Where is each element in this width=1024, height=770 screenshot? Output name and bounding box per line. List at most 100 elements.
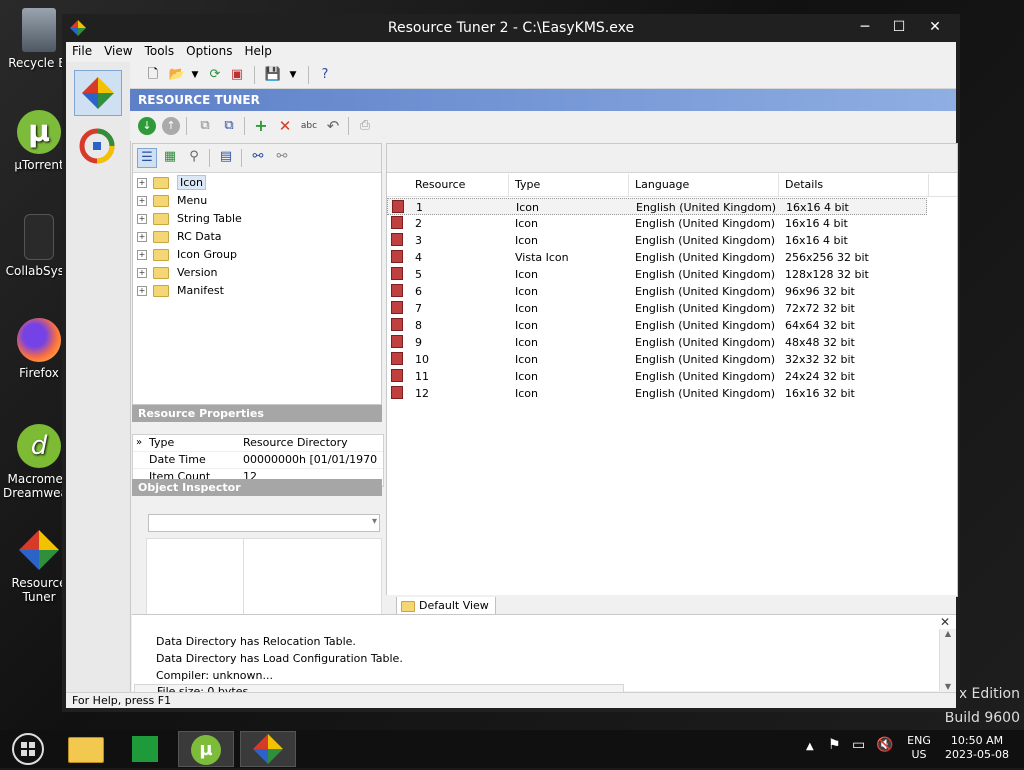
resource-toolbar: ↓ ↑ ⧉ ⧉ + ✕ abc ↶ ⎙	[130, 111, 956, 141]
chevron-down-icon[interactable]: ▾	[372, 516, 377, 527]
tree-item-rc-data[interactable]: + RC Data	[137, 228, 222, 246]
language-indicator[interactable]: ENG US	[900, 734, 938, 762]
taskbar-utorrent[interactable]: µ	[178, 731, 234, 767]
cell-resource: 6	[415, 285, 422, 298]
tree-item-manifest[interactable]: + Manifest	[137, 282, 224, 300]
network-icon[interactable]: ▭	[852, 738, 865, 752]
print-icon[interactable]: ⎙	[356, 117, 374, 135]
taskbar-file-explorer[interactable]	[58, 731, 114, 767]
table-row[interactable]: 10 Icon English (United Kingdom) 32x32 32 b…	[387, 351, 957, 368]
minimize-button[interactable]: ─	[848, 16, 882, 38]
cell-type: Icon	[515, 285, 538, 298]
close-button[interactable]: ✕	[918, 16, 952, 38]
tools-nav-button[interactable]	[74, 124, 122, 170]
taskbar-resource-tuner[interactable]	[240, 731, 296, 767]
table-row[interactable]: 7 Icon English (United Kingdom) 72x72 32 bi…	[387, 300, 957, 317]
icon-resource-icon	[391, 369, 403, 382]
add-icon[interactable]: +	[252, 117, 270, 135]
expand-icon[interactable]: +	[137, 214, 147, 224]
tree-item-string-table[interactable]: + String Table	[137, 210, 242, 228]
open-dropdown-icon[interactable]: ▼	[186, 66, 204, 84]
menu-tools[interactable]: Tools	[139, 42, 181, 58]
cell-resource: 3	[415, 234, 422, 247]
filter-icon[interactable]: ⚲	[185, 148, 203, 166]
status-bar: For Help, press F1	[66, 692, 956, 708]
expand-icon[interactable]: +	[137, 178, 147, 188]
copy-icon[interactable]: ⧉	[196, 117, 214, 135]
download-icon[interactable]: ↓	[138, 117, 156, 135]
action-center-flag-icon[interactable]: ⚑	[828, 738, 841, 752]
menu-view[interactable]: View	[98, 42, 138, 58]
rename-icon[interactable]: abc	[300, 117, 318, 135]
expand-icon[interactable]: +	[137, 250, 147, 260]
table-row[interactable]: 3 Icon English (United Kingdom) 16x16 4 bit	[387, 232, 957, 249]
output-scrollbar[interactable]: ▲ ▼	[939, 629, 956, 691]
resource-editor-nav-button[interactable]	[74, 70, 122, 116]
delete-icon[interactable]: ✕	[276, 117, 294, 135]
reload-icon[interactable]: ⟳	[206, 66, 224, 84]
find-next-icon[interactable]: ⚯	[273, 148, 291, 166]
expand-icon[interactable]: +	[137, 268, 147, 278]
scroll-up-icon[interactable]: ▲	[940, 629, 956, 638]
table-row[interactable]: 6 Icon English (United Kingdom) 96x96 32 bi…	[387, 283, 957, 300]
object-inspector-select[interactable]: ▾	[148, 514, 380, 532]
clock[interactable]: 10:50 AM 2023-05-08	[942, 734, 1012, 762]
table-row[interactable]: 11 Icon English (United Kingdom) 24x24 32 b…	[387, 368, 957, 385]
tree-item-menu[interactable]: + Menu	[137, 192, 207, 210]
new-file-icon[interactable]: 🗋	[144, 66, 162, 84]
menu-help[interactable]: Help	[238, 42, 277, 58]
tray-overflow-icon[interactable]: ▲	[806, 740, 814, 754]
undo-icon[interactable]: ↶	[324, 117, 342, 135]
table-row[interactable]: 2 Icon English (United Kingdom) 16x16 4 bit	[387, 215, 957, 232]
table-row[interactable]: 8 Icon English (United Kingdom) 64x64 32 bi…	[387, 317, 957, 334]
save-dropdown-icon[interactable]: ▼	[284, 66, 302, 84]
toolbar-separator	[244, 117, 245, 135]
property-row-date-time[interactable]: Date Time 00000000h [01/01/1970 ...	[133, 452, 383, 469]
expand-icon[interactable]: +	[137, 232, 147, 242]
table-row[interactable]: 9 Icon English (United Kingdom) 48x48 32 bi…	[387, 334, 957, 351]
help-icon[interactable]: ?	[316, 66, 334, 84]
cell-type: Icon	[515, 217, 538, 230]
property-value: 00000000h [01/01/1970 ...	[243, 453, 379, 466]
save-icon[interactable]: 💾	[264, 66, 282, 84]
table-row[interactable]: 5 Icon English (United Kingdom) 128x128 32 …	[387, 266, 957, 283]
tree-item-icon-group[interactable]: + Icon Group	[137, 246, 237, 264]
expand-icon[interactable]: +	[137, 196, 147, 206]
go-to-icon[interactable]: ▤	[217, 148, 235, 166]
column-header-resource[interactable]: Resource	[409, 174, 509, 196]
image-view-icon[interactable]: ▦	[161, 148, 179, 166]
cell-type: Icon	[515, 268, 538, 281]
resource-tuner-window: Resource Tuner 2 - C:\EasyKMS.exe ─ ☐ ✕ …	[62, 14, 960, 712]
close-icon[interactable]: ✕	[940, 615, 950, 629]
tree-item-version[interactable]: + Version	[137, 264, 217, 282]
table-row[interactable]: 4 Vista Icon English (United Kingdom) 256x2…	[387, 249, 957, 266]
start-button[interactable]	[0, 731, 56, 767]
icon-resource-icon	[391, 216, 403, 229]
column-header-type[interactable]: Type	[509, 174, 629, 196]
volume-muted-icon[interactable]: 🔇	[876, 738, 893, 752]
table-row[interactable]: 1 Icon English (United Kingdom) 16x16 4 bit	[387, 198, 927, 215]
menu-options[interactable]: Options	[180, 42, 238, 58]
icon-resource-icon	[391, 284, 403, 297]
upload-icon[interactable]: ↑	[162, 117, 180, 135]
scroll-down-icon[interactable]: ▼	[940, 682, 956, 691]
taskbar-store[interactable]	[118, 731, 174, 767]
expand-icon[interactable]: +	[137, 286, 147, 296]
object-inspector: ▾	[132, 508, 382, 624]
maximize-button[interactable]: ☐	[882, 16, 916, 38]
property-row-type[interactable]: » Type Resource Directory	[133, 435, 383, 452]
menu-file[interactable]: File	[66, 42, 98, 58]
tree-item-icon[interactable]: + Icon	[137, 174, 206, 192]
cell-details: 16x16 32 bit	[785, 387, 855, 400]
cell-type: Icon	[515, 370, 538, 383]
cell-resource: 11	[415, 370, 429, 383]
tree-view-icon[interactable]: ☰	[137, 148, 157, 168]
column-header-details[interactable]: Details	[779, 174, 929, 196]
window-titlebar[interactable]: Resource Tuner 2 - C:\EasyKMS.exe ─ ☐ ✕	[62, 14, 960, 42]
open-file-icon[interactable]: 📂	[168, 66, 186, 84]
table-row[interactable]: 12 Icon English (United Kingdom) 16x16 32 b…	[387, 385, 957, 402]
find-icon[interactable]: ⚯	[249, 148, 267, 166]
close-file-icon[interactable]: ▣	[228, 66, 246, 84]
paste-icon[interactable]: ⧉	[220, 117, 238, 135]
column-header-language[interactable]: Language	[629, 174, 779, 196]
